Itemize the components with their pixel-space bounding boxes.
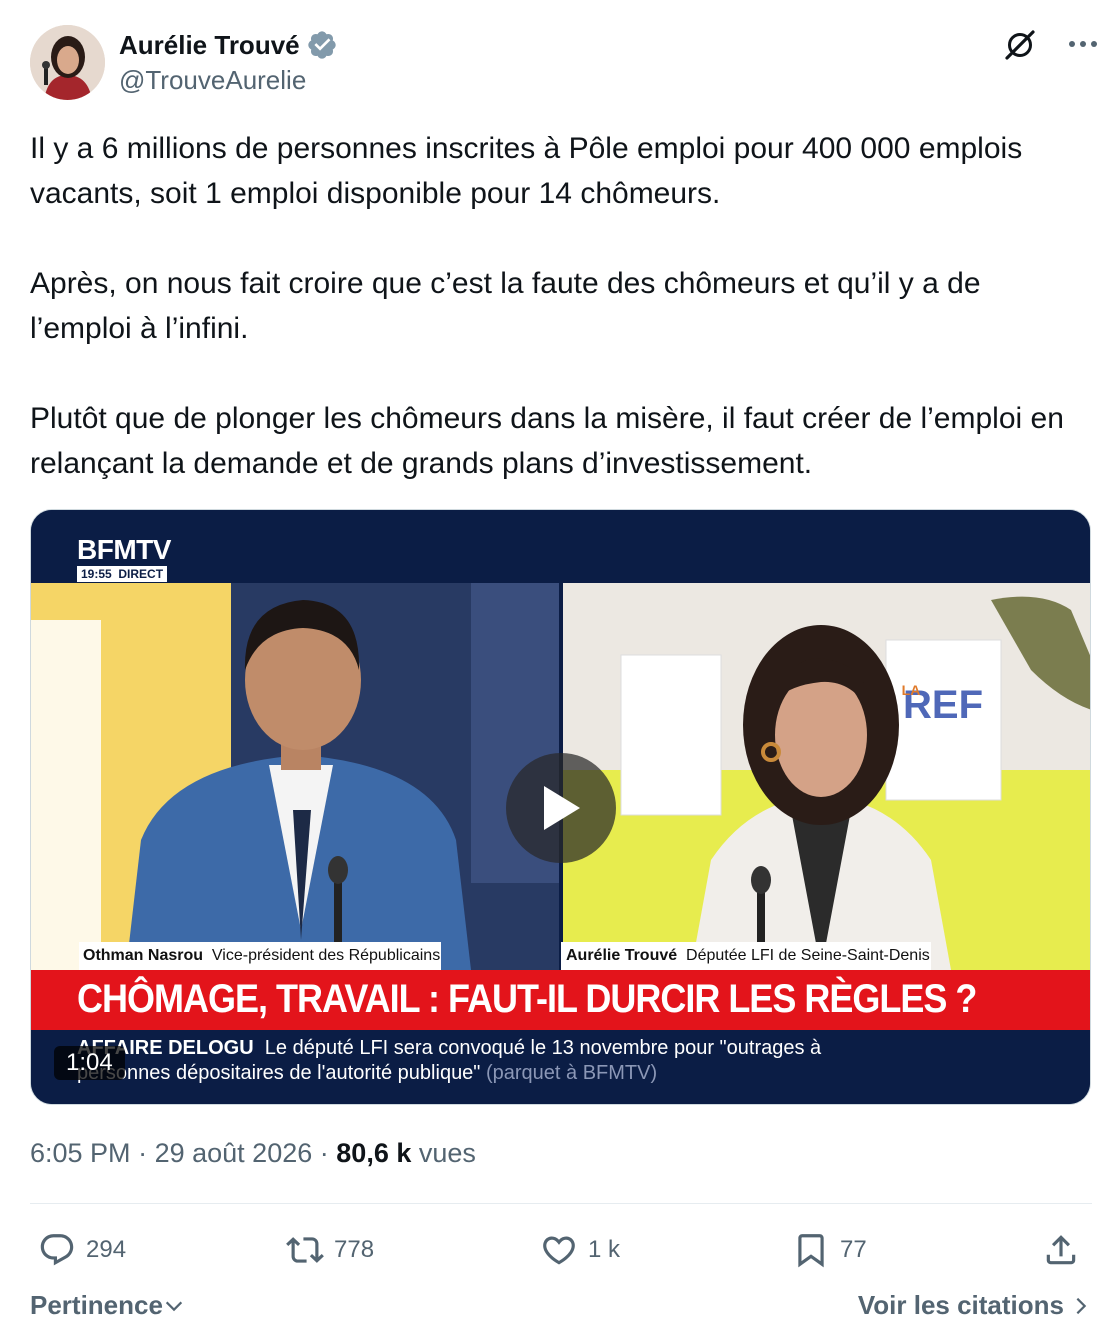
right-guest-role: Députée LFI de Seine-Saint-Denis <box>686 947 930 964</box>
avatar[interactable] <box>30 25 105 100</box>
ticker-line-1: AFFAIRE DELOGU Le député LFI sera convoq… <box>77 1037 821 1060</box>
tweet-meta: 6:05 PM · 29 août 2026 · 80,6 k vues <box>30 1138 476 1169</box>
ticker-line-2: personnes dépositaires de l'autorité pub… <box>77 1062 657 1085</box>
tweet-paragraph: Plutôt que de plonger les chômeurs dans … <box>30 402 1064 480</box>
action-bar: 294 778 1 k 77 <box>30 1222 1092 1278</box>
play-button[interactable] <box>506 753 616 863</box>
tweet-paragraph: Après, on nous fait croire que c’est la … <box>30 267 981 345</box>
like-icon <box>543 1236 575 1265</box>
bookmark-button[interactable]: 77 <box>792 1222 867 1278</box>
sort-dropdown[interactable]: Pertinence <box>30 1290 185 1321</box>
tweet-date[interactable]: 29 août 2026 <box>155 1138 313 1168</box>
verified-badge-icon <box>307 31 336 59</box>
meta-separator: · <box>138 1138 148 1168</box>
tweet-time[interactable]: 6:05 PM <box>30 1138 131 1168</box>
like-button[interactable]: 1 k <box>540 1222 620 1278</box>
tweet-text: Il y a 6 millions de personnes inscrites… <box>30 126 1090 486</box>
channel-clock: 19:55 DIRECT <box>77 566 168 582</box>
more-icon[interactable] <box>1066 29 1100 59</box>
backdrop-sign-prefix: LA <box>902 682 921 698</box>
tweet-paragraph: Il y a 6 millions de personnes inscrites… <box>30 132 1023 210</box>
views-count: 80,6 k <box>336 1138 412 1168</box>
replies-footer: Pertinence Voir les citations <box>30 1290 1092 1330</box>
ticker-text-2: personnes dépositaires de l'autorité pub… <box>77 1062 481 1084</box>
view-quotes-link[interactable]: Voir les citations <box>858 1290 1092 1321</box>
left-guest-role: Vice-président des Républicains <box>211 947 441 964</box>
channel-live: DIRECT <box>118 567 164 581</box>
reply-icon <box>40 1234 74 1266</box>
ticker-text-1: Le député LFI sera convoqué le 13 novemb… <box>264 1037 822 1059</box>
left-guest-label: Othman Nasrou Vice-président des Républi… <box>83 947 440 965</box>
headline: CHÔMAGE, TRAVAIL : FAUT-IL DURCIR LES RÈ… <box>77 975 977 1021</box>
video-duration: 1:04 <box>54 1046 125 1080</box>
bookmark-count: 77 <box>840 1236 867 1263</box>
grok-icon[interactable] <box>1002 27 1038 63</box>
views-label: vues <box>418 1138 476 1168</box>
channel-logo: BFMTV <box>77 534 171 565</box>
repost-button[interactable]: 778 <box>286 1222 374 1278</box>
bookmark-icon <box>798 1234 824 1268</box>
author-handle[interactable]: @TrouveAurelie <box>119 65 338 96</box>
chevron-right-icon <box>1076 1297 1087 1314</box>
like-count: 1 k <box>588 1236 621 1263</box>
reply-button[interactable]: 294 <box>38 1222 126 1278</box>
left-guest-name: Othman Nasrou <box>83 947 204 964</box>
author-display-name[interactable]: Aurélie Trouvé <box>119 30 300 61</box>
quotes-label: Voir les citations <box>857 1290 1064 1320</box>
share-icon <box>1046 1235 1076 1265</box>
ticker-source: (parquet à BFMTV) <box>485 1062 658 1084</box>
chevron-down-icon <box>165 1301 183 1311</box>
play-icon <box>544 786 580 830</box>
right-guest-label: Aurélie Trouvé Députée LFI de Seine-Sain… <box>566 947 930 965</box>
repost-icon <box>286 1237 324 1263</box>
divider <box>30 1203 1092 1204</box>
right-guest-name: Aurélie Trouvé <box>566 947 678 964</box>
repost-count: 778 <box>334 1236 375 1263</box>
sort-label: Pertinence <box>30 1290 163 1320</box>
reply-count: 294 <box>86 1236 127 1263</box>
video-player[interactable]: REF LA BFMTV 19:55 DIRECT Othman Nasrou … <box>30 509 1091 1105</box>
tweet-header: Aurélie Trouvé @TrouveAurelie <box>30 25 1100 101</box>
share-button[interactable] <box>1042 1222 1090 1278</box>
author-names: Aurélie Trouvé @TrouveAurelie <box>119 29 338 96</box>
meta-separator: · <box>319 1138 329 1168</box>
channel-time: 19:55 <box>81 567 112 581</box>
